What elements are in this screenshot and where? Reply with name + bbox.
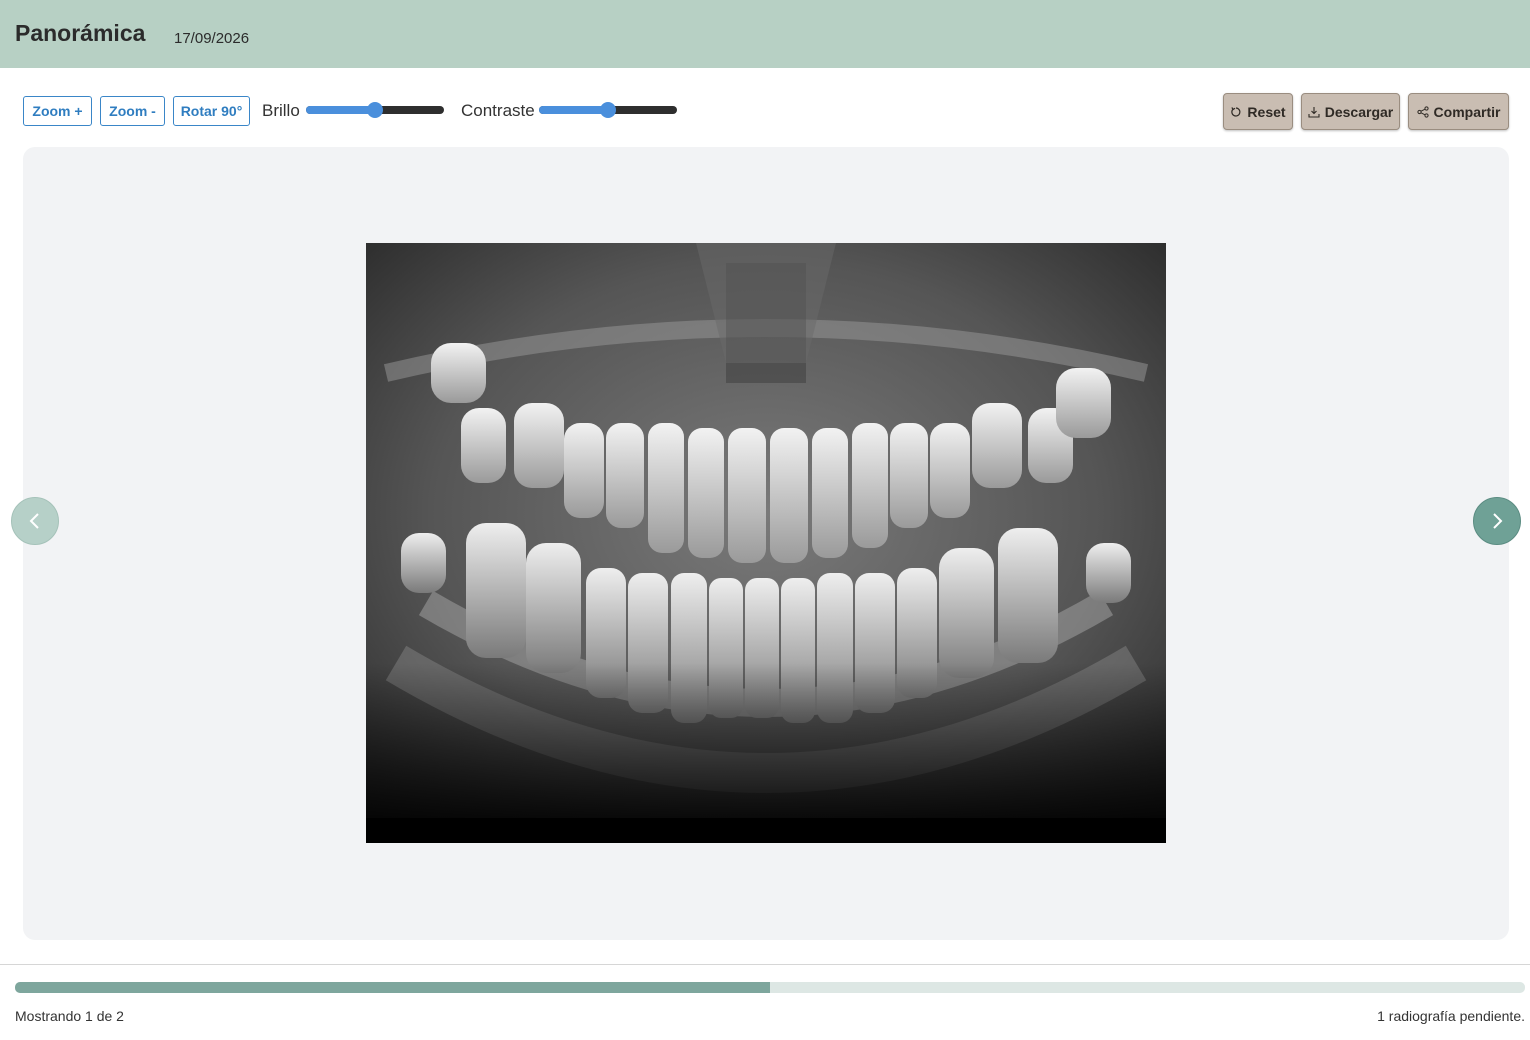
chevron-left-icon bbox=[29, 513, 39, 529]
page-title: Panorámica bbox=[15, 20, 146, 46]
next-image-button[interactable] bbox=[1473, 497, 1521, 545]
image-counter: Mostrando 1 de 2 bbox=[15, 1008, 124, 1024]
panoramic-xray-image[interactable] bbox=[366, 243, 1166, 843]
progress-bar-fill bbox=[15, 982, 770, 993]
contrast-label: Contraste bbox=[461, 101, 535, 120]
contrast-slider[interactable] bbox=[539, 102, 677, 118]
download-button-label: Descargar bbox=[1324, 103, 1394, 120]
contrast-slider-thumb[interactable] bbox=[600, 102, 616, 118]
share-icon bbox=[1416, 105, 1429, 118]
image-date: 17/09/2026 bbox=[174, 30, 250, 47]
brightness-slider-fill bbox=[306, 106, 375, 114]
rotate-button[interactable]: Rotar 90° bbox=[173, 96, 250, 126]
reset-button-label: Reset bbox=[1247, 103, 1286, 120]
rotate-ccw-icon bbox=[1231, 106, 1241, 117]
chevron-right-icon bbox=[1493, 513, 1503, 529]
download-icon bbox=[1308, 106, 1320, 118]
previous-image-button[interactable] bbox=[11, 497, 59, 545]
footer-divider bbox=[0, 964, 1530, 965]
share-button[interactable]: Compartir bbox=[1408, 93, 1509, 130]
download-button[interactable]: Descargar bbox=[1301, 93, 1400, 130]
brightness-label: Brillo bbox=[262, 101, 300, 120]
share-button-label: Compartir bbox=[1433, 103, 1501, 120]
pending-status: 1 radiografía pendiente. bbox=[1377, 1008, 1525, 1024]
brightness-slider-thumb[interactable] bbox=[367, 102, 383, 118]
contrast-slider-fill bbox=[539, 106, 608, 114]
zoom-out-button[interactable]: Zoom - bbox=[100, 96, 165, 126]
progress-bar bbox=[15, 982, 1525, 993]
zoom-in-button[interactable]: Zoom + bbox=[23, 96, 92, 126]
brightness-slider[interactable] bbox=[306, 102, 444, 118]
reset-button[interactable]: Reset bbox=[1223, 93, 1293, 130]
header-bar: Panorámica 17/09/2026 bbox=[0, 0, 1530, 68]
